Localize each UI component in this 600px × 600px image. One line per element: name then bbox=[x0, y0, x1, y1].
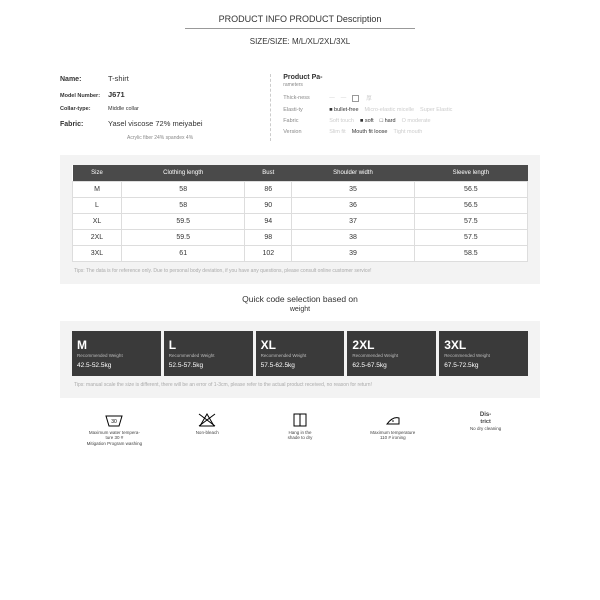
weight-box: LRecommended Weight52.5-57.5kg bbox=[164, 331, 253, 376]
param-title: Product Pa- bbox=[283, 74, 540, 81]
checkbox-icon bbox=[352, 95, 359, 102]
name-value: T-shirt bbox=[108, 74, 129, 83]
weight-box: MRecommended Weight42.5-52.5kg bbox=[72, 331, 161, 376]
weight-tips: Tips: manual scale the size is different… bbox=[72, 382, 528, 388]
nobleach-icon bbox=[197, 412, 217, 428]
fabric-note: Acrylic fiber 24% spandex 4% bbox=[60, 135, 260, 141]
iron-icon bbox=[383, 412, 403, 428]
care-wash: 30 Maximum water tempera- ture 30 # Miti… bbox=[68, 412, 161, 446]
table-row: XL59.5943757.5 bbox=[73, 214, 528, 230]
care-dry: Hang in the shade to dry bbox=[254, 412, 347, 446]
info-right: Product Pa- rameters Thick-ness——厚 Elast… bbox=[271, 74, 540, 141]
info-panel: Name:T-shirt Model Number:J671 Collar-ty… bbox=[60, 74, 540, 141]
table-header: Size bbox=[73, 165, 122, 182]
info-left: Name:T-shirt Model Number:J671 Collar-ty… bbox=[60, 74, 271, 141]
weight-box-container: MRecommended Weight42.5-52.5kgLRecommend… bbox=[60, 321, 540, 398]
param-elastic-label: Elasti-ty bbox=[283, 107, 323, 113]
table-row: M58863556.5 bbox=[73, 182, 528, 198]
size-table: SizeClothing lengthBustShoulder widthSle… bbox=[72, 165, 528, 262]
param-version-label: Version bbox=[283, 129, 323, 135]
title-underline bbox=[185, 28, 415, 29]
size-line: SIZE/SIZE: M/L/XL/2XL/3XL bbox=[60, 37, 540, 46]
param-thickness-label: Thick-ness bbox=[283, 95, 323, 101]
table-tips: Tips: The data is for reference only. Du… bbox=[72, 268, 528, 274]
table-header: Bust bbox=[245, 165, 292, 182]
weight-box: 3XLRecommended Weight67.5-72.5kg bbox=[439, 331, 528, 376]
page-title: PRODUCT INFO PRODUCT Description bbox=[60, 0, 540, 24]
table-header: Clothing length bbox=[121, 165, 244, 182]
fabric-value: Yasel viscose 72% meiyabei bbox=[108, 119, 203, 128]
param-fabric-label: Fabric bbox=[283, 118, 323, 124]
table-row: 3XL611023958.5 bbox=[73, 246, 528, 262]
wash-icon: 30 bbox=[104, 412, 124, 428]
care-iron: Maximum temperature 110 # ironing bbox=[346, 412, 439, 446]
param-sub: rameters bbox=[283, 82, 540, 88]
model-label: Model Number: bbox=[60, 93, 108, 99]
fabric-label: Fabric: bbox=[60, 121, 108, 128]
table-row: L58903656.5 bbox=[73, 198, 528, 214]
name-label: Name: bbox=[60, 76, 108, 83]
weight-box: XLRecommended Weight57.5-62.5kg bbox=[256, 331, 345, 376]
model-value: J671 bbox=[108, 90, 125, 99]
table-row: 2XL59.5983857.5 bbox=[73, 230, 528, 246]
table-header: Shoulder width bbox=[292, 165, 415, 182]
care-dryclean: Dis- trict No dry cleaning bbox=[439, 412, 532, 446]
table-header: Sleeve length bbox=[414, 165, 527, 182]
size-table-box: SizeClothing lengthBustShoulder widthSle… bbox=[60, 155, 540, 284]
care-row: 30 Maximum water tempera- ture 30 # Miti… bbox=[60, 406, 540, 446]
hangdry-icon bbox=[290, 412, 310, 428]
care-bleach: Non-bleach bbox=[161, 412, 254, 446]
collar-value: Middle collar bbox=[108, 106, 139, 112]
quick-title: Quick code selection based on bbox=[60, 294, 540, 304]
collar-label: Collar-type: bbox=[60, 106, 108, 112]
svg-text:30: 30 bbox=[112, 419, 118, 425]
weight-box: 2XLRecommended Weight62.5-67.5kg bbox=[347, 331, 436, 376]
quick-sub: weight bbox=[60, 306, 540, 313]
